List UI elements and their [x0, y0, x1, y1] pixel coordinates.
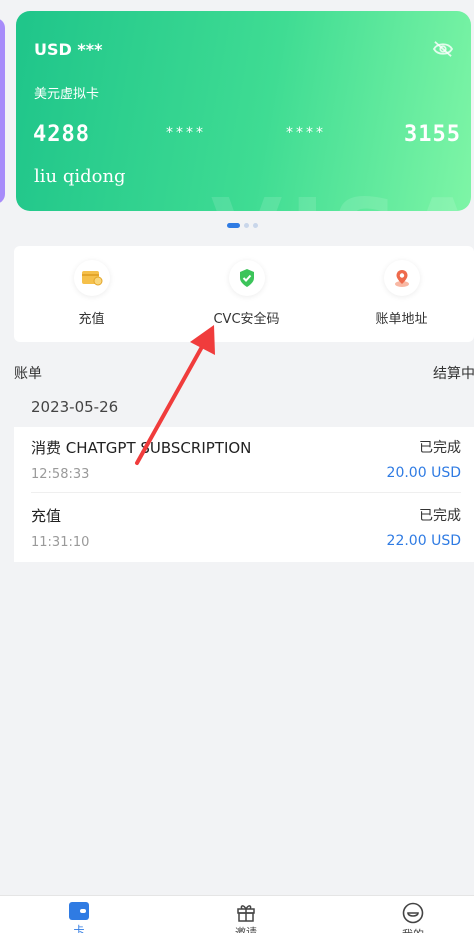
recharge-button[interactable]: 充值 — [14, 246, 169, 342]
cvc-code-label: CVC安全码 — [213, 312, 280, 327]
bill-section-title: 账单 — [14, 366, 42, 382]
tab-label: 邀请 — [235, 926, 257, 933]
recharge-label: 充值 — [78, 312, 105, 327]
card-brand-watermark: VISA — [211, 179, 471, 211]
transaction-time: 11:31:10 — [31, 535, 90, 550]
transaction-status: 已完成 — [419, 508, 461, 524]
card-type: 美元虚拟卡 — [34, 87, 100, 102]
card-number-last4: 3155 — [404, 122, 461, 147]
bottom-tab-bar: 卡 邀请 我的 — [0, 895, 474, 933]
carousel-dot[interactable] — [253, 223, 258, 228]
carousel-indicator — [227, 223, 258, 228]
transaction-list: 消费 CHATGPT SUBSCRIPTION 12:58:33 已完成 20.… — [14, 427, 474, 562]
wallet-recharge-icon — [73, 260, 110, 296]
transaction-row[interactable]: 充值 11:31:10 已完成 22.00 USD — [31, 495, 461, 561]
tab-card[interactable]: 卡 — [59, 902, 99, 933]
cvc-code-button[interactable]: CVC安全码 — [169, 246, 324, 342]
billing-address-button[interactable]: 账单地址 — [324, 246, 474, 342]
tab-label: 我的 — [402, 926, 424, 933]
settling-filter[interactable]: 结算中 — [433, 363, 474, 383]
transaction-title: 充值 — [31, 507, 62, 525]
transaction-amount: 20.00 USD — [386, 465, 461, 481]
card-icon — [69, 902, 89, 920]
carousel-dot[interactable] — [244, 223, 249, 228]
card-holder-name: liu qidong — [34, 166, 126, 187]
tab-invite[interactable]: 邀请 — [226, 902, 266, 933]
transaction-amount: 22.00 USD — [386, 533, 461, 549]
carousel-dot[interactable] — [227, 223, 240, 228]
smile-icon — [402, 902, 424, 924]
billing-address-label: 账单地址 — [375, 312, 428, 327]
transaction-status: 已完成 — [419, 440, 461, 456]
shield-check-icon — [228, 260, 265, 296]
transaction-title: 消费 CHATGPT SUBSCRIPTION — [31, 439, 252, 457]
previous-card-peek[interactable] — [0, 18, 5, 204]
bill-date: 2023-05-26 — [31, 398, 119, 416]
card-number-first4: 4288 — [33, 122, 90, 147]
eye-hidden-icon[interactable] — [432, 40, 454, 58]
transaction-row[interactable]: 消费 CHATGPT SUBSCRIPTION 12:58:33 已完成 20.… — [31, 427, 461, 493]
card-currency: USD *** — [34, 40, 103, 59]
row-divider — [31, 492, 461, 493]
tab-profile[interactable]: 我的 — [393, 902, 433, 933]
transaction-time: 12:58:33 — [31, 467, 90, 482]
card-number-mask-1: **** — [166, 125, 206, 141]
quick-actions: 充值 CVC安全码 账单地址 — [14, 246, 474, 342]
gift-icon — [237, 905, 255, 922]
location-pin-icon — [383, 260, 420, 296]
virtual-card[interactable]: VISA USD *** 美元虚拟卡 4288 **** **** 3155 l… — [16, 11, 471, 211]
tab-label: 卡 — [73, 924, 85, 933]
card-number-mask-2: **** — [286, 125, 326, 141]
